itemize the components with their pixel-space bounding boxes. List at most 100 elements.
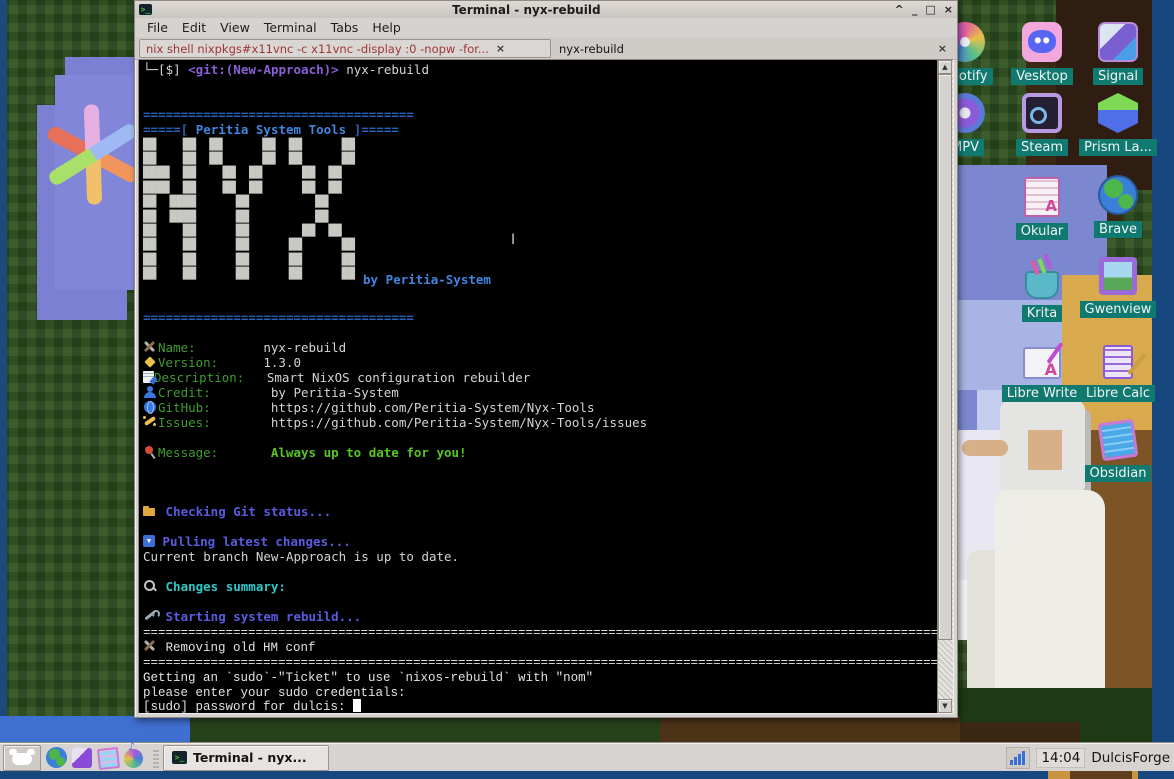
- terminal-line: [143, 93, 937, 108]
- terminal-line: [143, 282, 937, 297]
- close-button[interactable]: ×: [944, 3, 953, 17]
- terminal-line: [143, 326, 937, 341]
- launcher-mascot-icon: [12, 753, 32, 765]
- signal-box-icon[interactable]: [72, 746, 96, 770]
- brave-icon: [1098, 175, 1138, 215]
- tab-label: nix shell nixpkgs#x11vnc -c x11vnc -disp…: [146, 42, 489, 56]
- wallpaper-left-edge: [0, 0, 7, 743]
- desktop-icon-signal[interactable]: Signal: [1075, 22, 1161, 85]
- tab-0[interactable]: nix shell nixpkgs#x11vnc -c x11vnc -disp…: [139, 39, 551, 58]
- terminal-line: Changes summary:: [143, 580, 937, 595]
- icon-label: Okular: [1016, 223, 1069, 240]
- desktop-icon-libre-calc[interactable]: Libre Calc: [1075, 339, 1161, 402]
- menu-item-view[interactable]: View: [214, 19, 256, 36]
- menu-item-help[interactable]: Help: [366, 19, 407, 36]
- terminal-line: Version: 1.3.0: [143, 356, 937, 371]
- notes-icon[interactable]: [98, 746, 122, 770]
- scrollbar[interactable]: ▲ ▼: [937, 60, 953, 713]
- desktop-icon-okular[interactable]: Okular: [999, 175, 1085, 240]
- terminal-line: [143, 431, 937, 446]
- desktop-icon-vesktop[interactable]: Vesktop: [999, 22, 1085, 85]
- block-cursor: [353, 699, 361, 712]
- terminal-line: Removing old HM conf: [143, 640, 937, 655]
- icon-label: Steam: [1016, 139, 1068, 156]
- terminal-line: ========================================…: [143, 625, 937, 640]
- terminal-line: [143, 491, 937, 506]
- desktop-icon-brave[interactable]: Brave: [1075, 175, 1161, 238]
- wallpaper-ground: [660, 716, 960, 743]
- browser-globe-icon[interactable]: [46, 746, 70, 770]
- menu-item-file[interactable]: File: [141, 19, 174, 36]
- terminal-line: Credit: by Peritia-System: [143, 386, 937, 401]
- tab-label: nyx-rebuild: [559, 42, 624, 56]
- minimize-button[interactable]: _: [912, 3, 918, 17]
- tab-close-icon[interactable]: ×: [496, 42, 505, 55]
- desktop-icon-krita[interactable]: Krita: [999, 257, 1085, 322]
- vesktop-icon: [1022, 22, 1062, 62]
- icon-label: Krita: [1022, 305, 1063, 322]
- terminal-line: =====[ Peritia System Tools ]=====: [143, 123, 937, 138]
- desktop-icon-libre-write[interactable]: Libre Write: [999, 339, 1085, 402]
- task-label: Terminal - nyx...: [193, 750, 307, 765]
- terminal-line: Message: Always up to date for you!: [143, 446, 937, 461]
- terminal-line: ====================================: [143, 311, 937, 326]
- menubar: FileEditViewTerminalTabsHelp: [135, 18, 957, 37]
- app-menu-button[interactable]: [3, 745, 41, 771]
- nyx-ascii-art: ██ ██ ██ ██ ██ ██ ██ ██ ██ ██ ██ ██ ████…: [143, 138, 937, 282]
- tab-close-icon[interactable]: ×: [938, 42, 951, 55]
- tab-bar: nix shell nixpkgs#x11vnc -c x11vnc -disp…: [135, 37, 957, 60]
- wrench-icon: [143, 610, 158, 622]
- music-cd-icon[interactable]: [124, 746, 148, 770]
- terminal-line: [143, 297, 937, 312]
- icon-label: Prism La...: [1079, 139, 1157, 156]
- wallpaper-character-shirt: [995, 490, 1105, 695]
- clock[interactable]: 14:04: [1036, 748, 1085, 768]
- terminal-line: please enter your sudo credentials:: [143, 685, 937, 700]
- terminal-line: ====================================: [143, 108, 937, 123]
- search-icon: [143, 580, 158, 592]
- terminal-line: [143, 565, 937, 580]
- lcalc-icon: [1103, 345, 1133, 379]
- signal-icon: [1098, 22, 1138, 62]
- steam-icon: [1022, 93, 1062, 133]
- scrollbar-thumb[interactable]: [938, 74, 952, 640]
- terminal-line: └─[$] <git:(New-Approach)> nyx-rebuild: [143, 63, 937, 78]
- desktop-icon-gwenview[interactable]: Gwenview: [1075, 257, 1161, 318]
- wallpaper-character-face: [1028, 430, 1062, 470]
- krita-icon: [1025, 271, 1059, 299]
- icon-label: Signal: [1093, 68, 1143, 85]
- gwenview-icon: [1099, 257, 1137, 295]
- desktop-icon-prism-la-[interactable]: Prism La...: [1075, 93, 1161, 156]
- phone-icon: [143, 416, 158, 428]
- tab-1[interactable]: nyx-rebuild ×: [553, 38, 957, 59]
- hostname-label: DulcisForge: [1091, 750, 1171, 766]
- window-titlebar[interactable]: >_ Terminal - nyx-rebuild ^ _ □ ×: [135, 1, 957, 18]
- menu-item-terminal[interactable]: Terminal: [258, 19, 323, 36]
- lwrite-icon: [1023, 347, 1061, 379]
- icon-label: Brave: [1094, 221, 1142, 238]
- wallpaper-water: [0, 716, 190, 743]
- terminal-line: Checking Git status...: [143, 505, 937, 520]
- menu-item-edit[interactable]: Edit: [176, 19, 212, 36]
- prism-icon: [1098, 93, 1138, 133]
- terminal-app-icon: >_: [139, 4, 152, 15]
- wallpaper-grass: [190, 716, 730, 743]
- desktop-icon-obsidian[interactable]: Obsidian: [1075, 421, 1161, 482]
- menu-item-tabs[interactable]: Tabs: [325, 19, 365, 36]
- scroll-down-button[interactable]: ▼: [938, 699, 952, 713]
- wallpaper-bush: [957, 688, 1152, 743]
- terminal-line: Getting an `sudo`-"Ticket" to use `nixos…: [143, 670, 937, 685]
- terminal-body[interactable]: by Peritia-System I └─[$] <git:(New-Appr…: [139, 60, 937, 713]
- scroll-up-button[interactable]: ▲: [938, 60, 952, 74]
- terminal-line: [143, 520, 937, 535]
- icon-label: Vesktop: [1011, 68, 1073, 85]
- icon-label: Obsidian: [1085, 465, 1152, 482]
- globe-icon: [143, 401, 158, 413]
- maximize-button[interactable]: □: [925, 3, 935, 17]
- desktop-icon-steam[interactable]: Steam: [999, 93, 1085, 156]
- taskbar-task-terminal[interactable]: >_ Terminal - nyx...: [163, 745, 329, 771]
- terminal-line: [143, 595, 937, 610]
- network-monitor-icon: [1006, 747, 1030, 769]
- rollup-button[interactable]: ^: [895, 3, 904, 17]
- tools-icon: [143, 341, 158, 353]
